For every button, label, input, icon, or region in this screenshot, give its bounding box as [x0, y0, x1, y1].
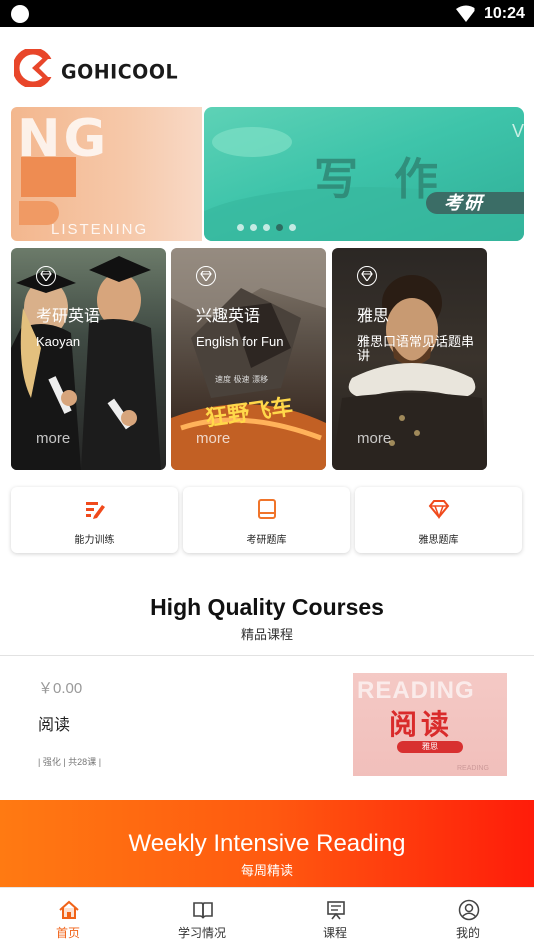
course-tags: | 强化 | 共28课 |: [38, 757, 102, 767]
ielts-question-bank-button[interactable]: 雅思题库: [355, 487, 522, 553]
carousel-dot[interactable]: [237, 224, 244, 231]
card-subtitle: English for Fun: [196, 334, 284, 349]
logo-text: GOHICOOL: [61, 60, 179, 84]
course-price: ￥0.00: [38, 680, 83, 697]
card-subtitle: Kaoyan: [36, 334, 81, 349]
bottom-tab-bar: 首页 学习情况 课程 我的: [0, 887, 534, 949]
open-book-icon: [193, 902, 213, 919]
card-more-link[interactable]: more: [357, 430, 391, 447]
diamond-icon: [428, 500, 450, 519]
card-more-link[interactable]: more: [196, 430, 230, 447]
battery-icon: [474, 6, 482, 21]
svg-text:速度 极速 漂移: 速度 极速 漂移: [215, 374, 268, 384]
course-list-item[interactable]: ￥0.00 阅读 | 强化 | 共28课 | READING 阅读 雅思 REA…: [0, 656, 534, 796]
card-title: 考研英语: [36, 308, 101, 325]
slide-edge-text: V: [512, 121, 524, 141]
weekly-title: Weekly Intensive Reading: [128, 830, 406, 857]
tab-courses[interactable]: 课程: [268, 888, 402, 950]
ability-training-label: 能力训练: [74, 535, 115, 546]
category-cards: 考研英语 Kaoyan more 狂野飞车 速度 极速 漂移 兴趣英语 Engl…: [11, 248, 531, 470]
home-icon: [59, 900, 79, 919]
tab-home[interactable]: 首页: [1, 888, 135, 950]
carousel-dot[interactable]: [263, 224, 270, 231]
tab-home-label: 首页: [55, 926, 80, 940]
banner-carousel[interactable]: NG LISTENING 写作 考研 V: [0, 107, 534, 242]
diamond-badge-icon: [36, 266, 56, 286]
slide-sub-text: LISTENING: [51, 221, 149, 238]
presentation-board-icon: [327, 901, 345, 920]
thumb-reading-small: READING: [457, 765, 489, 772]
tab-profile-label: 我的: [455, 926, 480, 940]
banner-slide-previous[interactable]: NG LISTENING: [11, 107, 202, 241]
ielts-question-bank-label: 雅思题库: [418, 535, 459, 546]
thumb-title: 阅读: [389, 709, 454, 740]
tab-study-status-label: 学习情况: [177, 926, 226, 940]
tab-courses-label: 课程: [322, 926, 347, 940]
category-card-ielts[interactable]: 雅思 雅思口语常见话题串讲 more: [332, 248, 487, 470]
category-card-kaoyan[interactable]: 考研英语 Kaoyan more: [11, 248, 166, 470]
graduates-photo: [11, 256, 161, 470]
kaoyan-question-bank-button[interactable]: 考研题库: [183, 487, 350, 553]
carousel-indicator: [237, 224, 296, 231]
tab-study-status[interactable]: 学习情况: [135, 888, 269, 950]
ability-training-button[interactable]: 能力训练: [11, 487, 178, 553]
carousel-dot[interactable]: [289, 224, 296, 231]
weekly-subtitle: 每周精读: [240, 863, 293, 878]
carousel-dot-active[interactable]: [276, 224, 283, 231]
section-title: High Quality Courses: [150, 594, 384, 620]
quick-actions: 能力训练 考研题库 雅思题库: [11, 487, 523, 553]
card-more-link[interactable]: more: [36, 430, 70, 447]
course-thumbnail: READING 阅读 雅思 READING: [353, 673, 507, 776]
card-subtitle: 雅思口语常见话题串讲: [357, 334, 475, 363]
notification-dot-icon: [11, 5, 29, 23]
kaoyan-question-bank-label: 考研题库: [246, 535, 287, 546]
slide-decoration: [212, 127, 292, 157]
thumb-badge: 雅思: [397, 741, 463, 753]
wifi-icon: [456, 5, 476, 22]
thumb-reading-text: READING: [357, 677, 475, 704]
weekly-reading-banner[interactable]: Weekly Intensive Reading 每周精读: [0, 800, 534, 888]
card-title: 雅思: [357, 308, 390, 325]
book-icon: [258, 499, 276, 519]
status-bar: 10:24: [0, 0, 534, 27]
slide-pill: 考研: [426, 192, 524, 214]
status-time: 10:24: [484, 5, 525, 22]
diamond-badge-icon: [357, 266, 377, 286]
gohicool-logo-icon: [14, 49, 54, 87]
course-name: 阅读: [38, 717, 71, 734]
app-logo: GOHICOOL: [14, 49, 178, 87]
slide-decoration: [21, 157, 76, 197]
user-profile-icon: [458, 899, 480, 921]
category-card-fun-english[interactable]: 狂野飞车 速度 极速 漂移 兴趣英语 English for Fun more: [171, 248, 326, 470]
pen-lines-icon: [86, 502, 105, 519]
carousel-dot[interactable]: [250, 224, 257, 231]
movie-poster-image: 狂野飞车 速度 极速 漂移: [171, 248, 326, 470]
tab-profile[interactable]: 我的: [401, 888, 534, 950]
diamond-badge-icon: [196, 266, 216, 286]
banner-slide-current[interactable]: 写作 考研 V: [204, 107, 524, 241]
card-title: 兴趣英语: [196, 308, 261, 325]
section-subtitle: 精品课程: [240, 627, 293, 642]
